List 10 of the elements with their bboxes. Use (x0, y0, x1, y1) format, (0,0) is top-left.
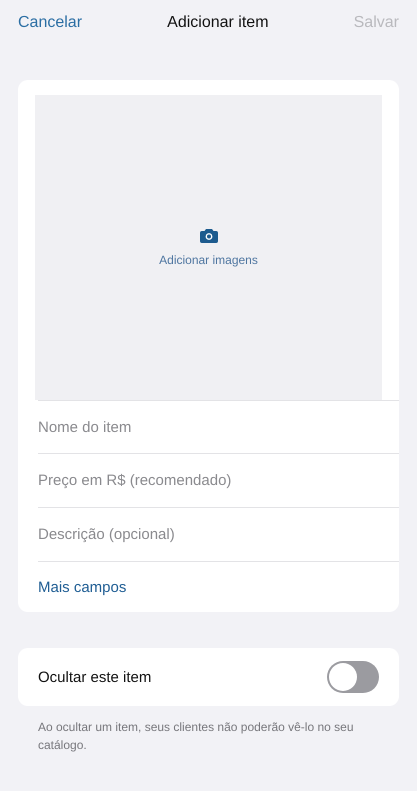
more-fields-link[interactable]: Mais campos (18, 562, 146, 612)
toggle-label: Ocultar este item (38, 668, 152, 686)
hide-toggle[interactable] (327, 661, 379, 693)
hide-note: Ao ocultar um item, seus clientes não poderão vê-lo no seu catálogo. (38, 719, 355, 754)
add-images-label: Adicionar imagens (159, 253, 258, 267)
screen-title: Adicionar item (167, 14, 269, 32)
camera-icon (200, 228, 218, 243)
image-upload-area[interactable]: Adicionar imagens (35, 95, 382, 400)
input-field[interactable]: Nome do item (38, 400, 399, 454)
cancel-button[interactable]: Cancelar (18, 14, 82, 32)
